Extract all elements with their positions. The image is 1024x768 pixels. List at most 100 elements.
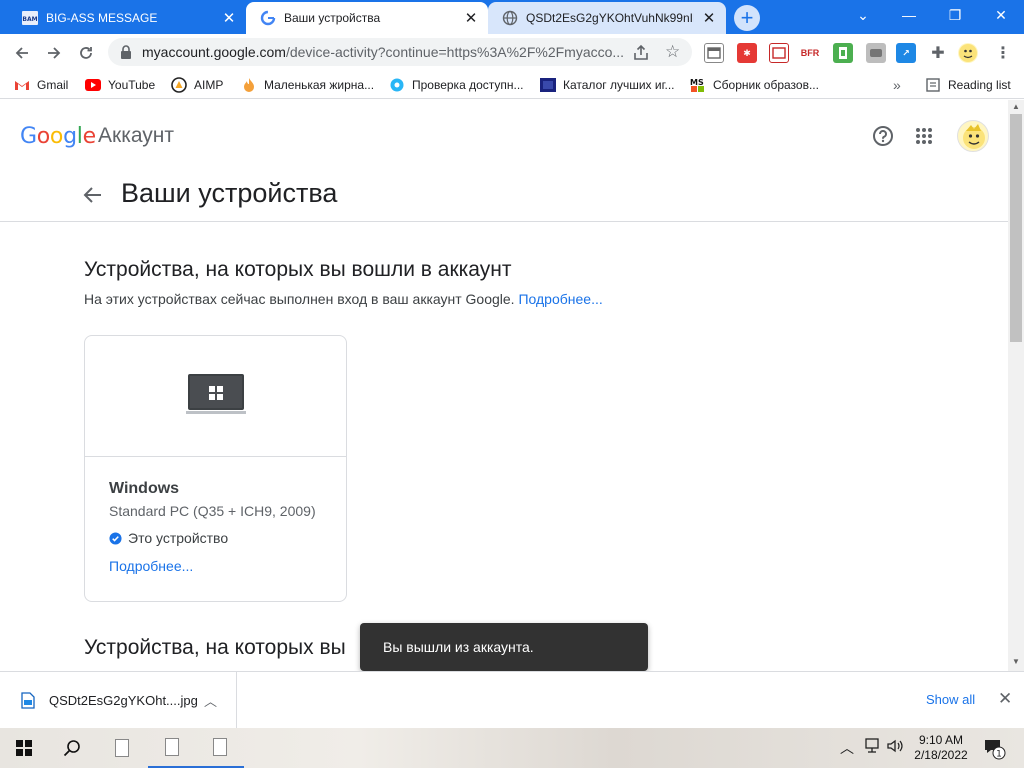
tab-big-ass-message[interactable]: BAM BIG-ASS MESSAGE ✕ [8, 2, 246, 34]
tab-your-devices[interactable]: Ваши устройства ✕ [246, 2, 488, 34]
taskbar-app-1[interactable] [98, 728, 146, 768]
account-label: Аккаунт [98, 124, 175, 147]
new-tab-button[interactable]: + [734, 5, 760, 31]
extensions-puzzle-icon[interactable]: ✚ [928, 43, 948, 63]
extension-gear-icon[interactable]: ✱ [737, 43, 757, 63]
verified-check-icon [109, 531, 122, 545]
bookmark-label: Gmail [37, 78, 69, 92]
reading-list-icon [925, 77, 941, 93]
device-name: Windows [109, 480, 180, 497]
tray-overflow-chevron-icon[interactable]: ︿ [840, 738, 854, 758]
globe-icon [502, 10, 518, 26]
download-bar: QSDt2EsG2gYKOht....jpg ︿ Show all ✕ [0, 671, 1024, 728]
device-card-windows[interactable]: Windows Standard PC (Q35 + ICH9, 2009) Э… [84, 335, 347, 602]
bookmark-label: Проверка доступн... [412, 78, 524, 92]
youtube-icon [85, 77, 101, 93]
back-button[interactable] [8, 39, 36, 67]
bookmark-label: YouTube [108, 78, 156, 92]
bookmark-availability-check[interactable]: Проверка доступн... [389, 76, 524, 94]
reload-icon [80, 47, 92, 59]
this-device-label: Это устройство [128, 530, 229, 546]
minimize-button[interactable]: — [886, 0, 932, 30]
restore-button[interactable]: ❐ [932, 0, 978, 30]
reading-list-label: Reading list [948, 78, 1011, 92]
reload-button[interactable] [72, 39, 100, 67]
back-arrow-button[interactable] [82, 184, 104, 206]
url-host: myaccount.google.com [142, 44, 286, 60]
extension-gray-icon[interactable] [866, 43, 886, 63]
extension-window-icon[interactable] [704, 43, 724, 63]
page-title: Ваши устройства [121, 178, 338, 208]
system-clock[interactable]: 9:10 AM 2/18/2022 [906, 733, 976, 763]
bookmark-little-fat[interactable]: Маленькая жирна... [241, 76, 374, 94]
help-icon[interactable] [871, 124, 895, 148]
close-download-bar-icon[interactable]: ✕ [998, 689, 1012, 709]
reading-list-button[interactable]: Reading list [925, 76, 1011, 94]
address-bar[interactable]: myaccount.google.com/device-activity?con… [108, 38, 692, 66]
network-icon[interactable] [862, 738, 880, 757]
taskbar-app-2[interactable] [148, 728, 196, 768]
catalog-icon [540, 77, 556, 93]
extension-arrow-icon[interactable]: ↗ [896, 43, 916, 63]
volume-icon[interactable] [886, 738, 904, 757]
browser-menu-icon[interactable]: ⋮ [993, 43, 1013, 63]
taskbar-app-3[interactable] [196, 728, 244, 768]
section-other-devices-heading: Устройства, на которых вы [84, 636, 346, 659]
bookmark-games-catalog[interactable]: Каталог лучших иг... [540, 76, 675, 94]
scrollbar-thumb[interactable] [1010, 114, 1022, 342]
account-avatar[interactable] [957, 120, 989, 152]
lock-icon [121, 45, 131, 59]
signed-out-toast: Вы вышли из аккаунта. [360, 623, 648, 671]
bookmark-aimp[interactable]: AIMP [171, 76, 223, 94]
document-icon [213, 738, 227, 756]
tab-close-icon[interactable]: ✕ [220, 9, 238, 27]
download-item[interactable]: QSDt2EsG2gYKOht....jpg ︿ [0, 672, 237, 728]
apps-grid-icon[interactable] [912, 124, 936, 148]
clock-date: 2/18/2022 [914, 748, 968, 762]
section-signed-in-heading: Устройства, на которых вы вошли в аккаун… [84, 258, 512, 281]
bookmark-label: AIMP [194, 78, 224, 92]
profile-avatar-icon[interactable] [958, 43, 978, 63]
page-scrollbar[interactable]: ▲ ▼ [1008, 100, 1024, 671]
search-button[interactable] [48, 728, 96, 768]
tab-image-file[interactable]: QSDt2EsG2gYKOhtVuhNk99nIFe ✕ [488, 2, 726, 34]
extension-card-icon[interactable] [769, 43, 789, 63]
tab-close-icon[interactable]: ✕ [700, 9, 718, 27]
show-all-downloads-link[interactable]: Show all [926, 692, 975, 707]
search-icon [63, 740, 80, 757]
document-icon [165, 738, 179, 756]
image-file-icon [21, 692, 35, 709]
description-text: На этих устройствах сейчас выполнен вход… [84, 291, 515, 307]
bookmarks-overflow-button[interactable]: » [893, 76, 901, 94]
extension-bfr-icon[interactable]: BFR [800, 43, 820, 63]
bookmarks-bar: Gmail YouTube AIMP Маленькая жирна... Пр… [0, 71, 1024, 99]
forward-button[interactable] [40, 39, 68, 67]
bookmark-star-icon[interactable]: ☆ [665, 42, 680, 62]
download-file-name: QSDt2EsG2gYKOht....jpg [49, 693, 198, 708]
bookmark-youtube[interactable]: YouTube [85, 76, 155, 94]
scroll-up-icon[interactable]: ▲ [1012, 102, 1020, 111]
learn-more-link[interactable]: Подробнее... [518, 291, 602, 307]
close-window-button[interactable]: ✕ [978, 0, 1024, 30]
google-g-icon [260, 10, 276, 26]
tab-label: QSDt2EsG2gYKOhtVuhNk99nIFe [526, 11, 694, 25]
bookmark-gmail[interactable]: Gmail [14, 76, 68, 94]
chevron-up-icon[interactable]: ︿ [204, 691, 217, 710]
tab-strip: BAM BIG-ASS MESSAGE ✕ Ваши устройства ✕ … [0, 0, 1024, 34]
bookmark-label: Сборник образов... [713, 78, 819, 92]
share-icon[interactable] [632, 44, 650, 62]
extension-green-icon[interactable] [833, 43, 853, 63]
device-details-link[interactable]: Подробнее... [109, 558, 193, 574]
start-button[interactable] [0, 728, 48, 768]
document-icon [115, 739, 129, 757]
scroll-down-icon[interactable]: ▼ [1012, 657, 1020, 666]
bookmark-image-collection[interactable]: MS Сборник образов... [690, 76, 819, 94]
notification-center-icon[interactable]: 1 [982, 736, 1006, 763]
page-content: Google Аккаунт Ваши устройства Устройств… [0, 100, 1008, 671]
clock-time: 9:10 AM [918, 733, 964, 747]
tab-search-dropdown-icon[interactable]: ⌄ [840, 0, 886, 30]
bookmark-label: Маленькая жирна... [264, 78, 375, 92]
tab-close-icon[interactable]: ✕ [462, 9, 480, 27]
laptop-icon [186, 374, 246, 414]
google-logo[interactable]: Google [20, 124, 96, 149]
